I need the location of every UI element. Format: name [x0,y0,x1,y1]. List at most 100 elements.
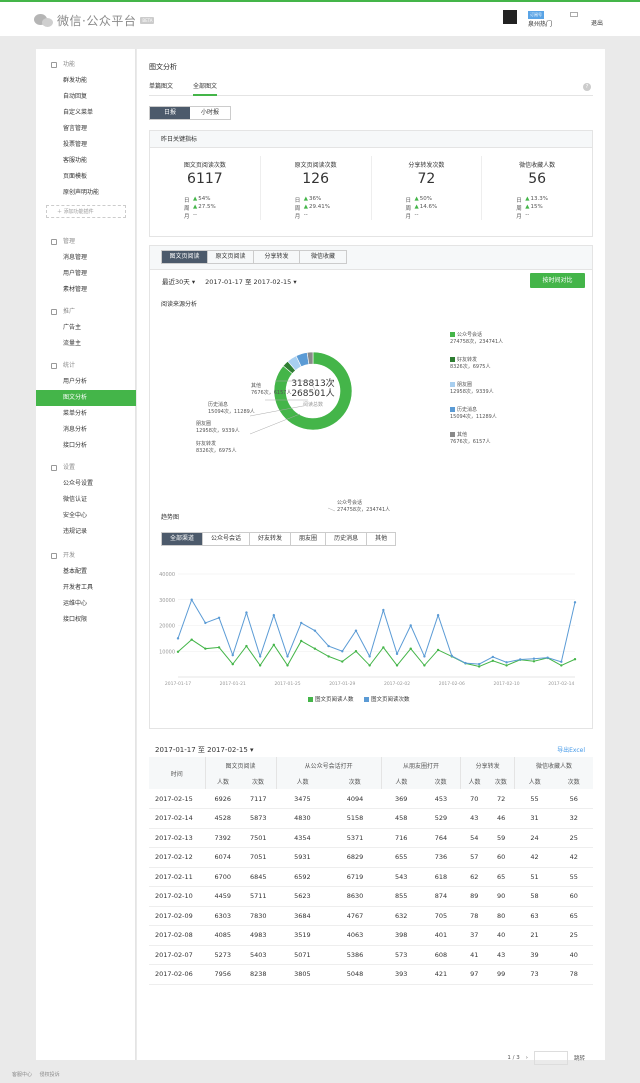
table-date-range[interactable]: 2017-01-17 至 2017-02-15 ▾ [155,745,254,755]
footer-link-complaint[interactable]: 侵权投诉 [40,1072,60,1078]
sidebar-item[interactable]: 开发者工具 [36,580,136,596]
legend-item: 公众号会话 274758次，234741人 [450,332,503,346]
account-name[interactable]: 泉州热门 [528,19,552,28]
sidebar-item[interactable]: 公众号设置 [36,476,136,492]
row-value: 4459 [205,886,241,907]
sidebar-item[interactable]: 自动回复 [36,89,136,105]
sidebar-item[interactable]: 流量主 [36,336,136,352]
group-icon [51,309,57,315]
sidebar-item[interactable]: 违规记录 [36,524,136,540]
col-time[interactable]: 时间 [149,757,205,789]
tab-daily[interactable]: 日报 [150,107,190,119]
sidebar-item[interactable]: 用户分析 [36,374,136,390]
sidebar-item[interactable]: 客服功能 [36,153,136,169]
legend-label: 图文页阅读次数 [371,695,410,703]
kpi-change-value: -- [414,212,419,218]
x-tick-label: 2017-01-21 [220,681,246,687]
row-date: 2017-02-06 [149,964,205,985]
channel-tab[interactable]: 其他 [367,533,395,545]
row-value: 705 [421,906,461,926]
col-sub[interactable]: 人数 [204,773,241,789]
sidebar-item[interactable]: 页面模板 [36,169,136,185]
sidebar-item[interactable]: 微信认证 [36,492,136,508]
page-jump-input[interactable] [533,1051,568,1065]
col-sub[interactable]: 人数 [514,773,555,789]
kpi-change-value: 14.6% [419,204,438,210]
sidebar-item[interactable]: 留言管理 [36,121,136,137]
row-value: 6592 [276,867,329,887]
sidebar-item[interactable]: 原创声明功能 [36,185,136,201]
data-point [354,650,358,653]
kpi-change-week: 周 ▲ 29.41% [295,204,330,212]
sidebar-item[interactable]: 图文分析 [36,390,136,406]
channel-tab[interactable]: 全部渠道 [162,533,204,545]
channel-tab[interactable]: 历史消息 [326,533,368,545]
account-avatar[interactable] [503,10,517,24]
col-sub[interactable]: 人数 [275,773,329,789]
col-sub[interactable]: 次数 [240,773,277,789]
next-page-icon[interactable]: › [526,1055,528,1061]
table-row: 2017-02-10 4459 5711 5623 8630 855 874 89 90 58 60 [149,886,593,907]
data-point [395,652,399,656]
row-value: 89 [460,886,488,907]
sidebar-item[interactable]: 广告主 [36,320,136,336]
help-icon[interactable]: ? [583,83,591,91]
col-sub[interactable]: 人数 [380,773,422,789]
footer-link-service[interactable]: 客服中心 [12,1072,32,1078]
data-point [204,647,207,650]
sidebar-item[interactable]: 运维中心 [36,596,136,612]
sidebar-item[interactable]: 安全中心 [36,508,136,524]
data-point [505,661,508,664]
tab-shares[interactable]: 分享转发 [254,251,300,263]
date-range-picker[interactable]: 2017-01-17 至 2017-02-15 ▾ [205,276,297,286]
row-value: 5386 [328,945,382,965]
table-row: 2017-02-15 6926 7117 3475 4094 369 453 70 72 55 56 [149,789,593,809]
sidebar-item[interactable]: 菜单分析 [36,406,136,422]
col-sub[interactable]: 次数 [328,773,382,789]
row-value: 65 [554,906,593,926]
data-point [341,660,344,663]
sidebar-item[interactable]: 消息分析 [36,422,136,438]
col-sub[interactable]: 次数 [487,773,515,789]
mail-icon[interactable] [570,12,578,17]
tab-all-articles[interactable]: 全部图文 [193,81,218,96]
col-sub[interactable]: 次数 [554,773,593,789]
wechat-logo[interactable]: 微信·公众平台 BETA [34,12,155,29]
legend-name: 朋友圈 [457,382,473,388]
channel-tab[interactable]: 公众号会话 [203,533,251,545]
page-jump-button[interactable]: 跳转 [574,1054,585,1062]
sidebar-item[interactable]: 接口权限 [36,612,136,628]
sidebar-item[interactable]: 用户管理 [36,266,136,282]
sidebar-item[interactable]: 接口分析 [36,438,136,454]
add-plugin-button[interactable]: ＋ 添加功能插件 [46,205,126,218]
row-value: 7956 [205,964,241,985]
col-sub[interactable]: 人数 [460,773,488,789]
sidebar-item[interactable]: 群发功能 [36,73,136,89]
data-point [423,664,426,667]
source-legend: 公众号会话 274758次，234741人 好友转发 8326次，6975人 朋友圈 12… [450,332,503,457]
row-value: 3684 [276,906,329,926]
sidebar-item[interactable]: 素材管理 [36,282,136,298]
row-value: 529 [421,808,461,829]
channel-tab[interactable]: 朋友圈 [291,533,327,545]
tab-favorites[interactable]: 微信收藏 [300,251,346,263]
sidebar-item[interactable]: 投票管理 [36,137,136,153]
row-value: 55 [514,789,555,809]
kpi-change-month: 月 -- [295,212,308,220]
kpi-change-week: 周 ▲ 15% [516,204,542,212]
tab-original-reads[interactable]: 原文页阅读 [208,251,254,263]
channel-tab[interactable]: 好友转发 [250,533,292,545]
legend-label: 图文页阅读人数 [315,695,354,703]
sidebar-item[interactable]: 基本配置 [36,564,136,580]
compare-by-time-button[interactable]: 按时间对比 [530,273,585,288]
tab-article-reads[interactable]: 图文页阅读 [162,251,208,263]
range-preset-select[interactable]: 最近30天 ▾ [162,276,195,286]
col-sub[interactable]: 次数 [421,773,461,789]
export-excel-link[interactable]: 导出Excel [557,745,585,754]
tab-single-article[interactable]: 单篇图文 [149,81,173,94]
kpi-period-label: 日 [294,198,301,204]
tab-hourly[interactable]: 小时报 [190,107,230,119]
sidebar-item[interactable]: 消息管理 [36,250,136,266]
logout-link[interactable]: 退出 [591,18,603,27]
sidebar-item[interactable]: 自定义菜单 [36,105,136,121]
